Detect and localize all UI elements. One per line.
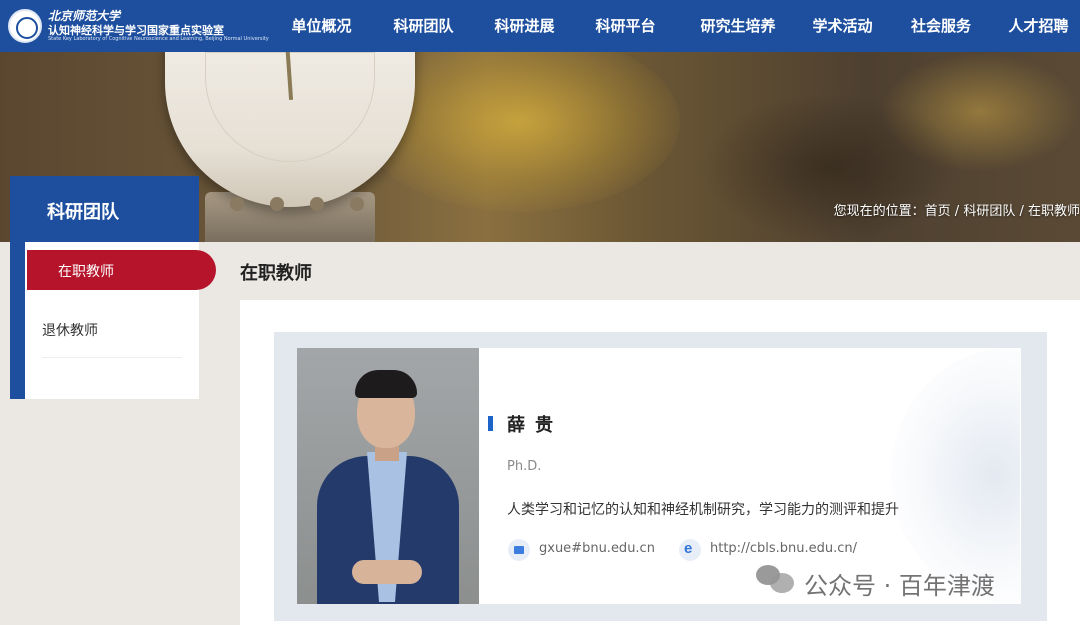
sidebar-item-current-faculty[interactable]: 在职教师 [27,250,216,290]
profile-degree: Ph.D. [507,459,542,474]
nav-item-academic-activities[interactable]: 学术活动 [800,0,885,52]
sidebar-item-label: 在职教师 [58,264,114,280]
nav-item-research-progress[interactable]: 科研进展 [474,0,575,52]
nav-item-research-team[interactable]: 科研团队 [373,0,474,52]
nav-item-social-service[interactable]: 社会服务 [885,0,997,52]
main-nav: 单位概况 科研团队 科研进展 科研平台 研究生培养 学术活动 社会服务 人才招聘 [270,0,1080,52]
profile-name[interactable]: 薛贵 [507,411,563,437]
mail-icon [508,539,530,561]
sidebar-title: 科研团队 [47,202,119,223]
breadcrumb-separator: / [1015,204,1028,219]
site-logo[interactable]: 北京师范大学 认知神经科学与学习国家重点实验室 State Key Labora… [8,7,269,45]
university-seal-icon [8,9,42,43]
page-title: 在职教师 [240,263,312,284]
sidebar-divider [42,357,182,358]
breadcrumb-prefix: 您现在的位置： [833,204,925,219]
profile-photo[interactable] [297,348,479,604]
top-navbar: 北京师范大学 认知神经科学与学习国家重点实验室 State Key Labora… [0,0,1080,52]
profile-research-interest: 人类学习和记忆的认知和神经机制研究，学习能力的测评和提升 [507,502,899,518]
sidebar-accent-stripe [10,242,25,399]
nav-item-overview[interactable]: 单位概况 [270,0,373,52]
profile-email[interactable]: gxue#bnu.edu.cn [539,541,655,556]
nav-item-recruitment[interactable]: 人才招聘 [997,0,1080,52]
breadcrumb-section-link[interactable]: 科研团队 [963,204,1015,219]
wechat-icon [756,565,796,595]
sidebar-header: 科研团队 [10,176,199,242]
breadcrumb-current[interactable]: 在职教师 [1028,204,1080,219]
browser-e-icon [679,539,701,561]
profile-website-link[interactable]: http://cbls.bnu.edu.cn/ [710,541,857,556]
watermark-text: 公众号 · 百年津渡 [804,572,995,600]
sundial-image [165,52,415,207]
sidebar-item-retired-faculty[interactable]: 退休教师 [42,320,98,340]
nav-item-research-platform[interactable]: 科研平台 [575,0,676,52]
breadcrumb-home-link[interactable]: 首页 [925,204,951,219]
name-accent-bar [488,416,493,431]
breadcrumb: 您现在的位置：首页 / 科研团队 / 在职教师 [834,200,1080,219]
breadcrumb-separator: / [950,204,964,219]
logo-lab-name-en: State Key Laboratory of Cognitive Neuros… [48,36,269,42]
nav-item-graduate-training[interactable]: 研究生培养 [676,0,800,52]
